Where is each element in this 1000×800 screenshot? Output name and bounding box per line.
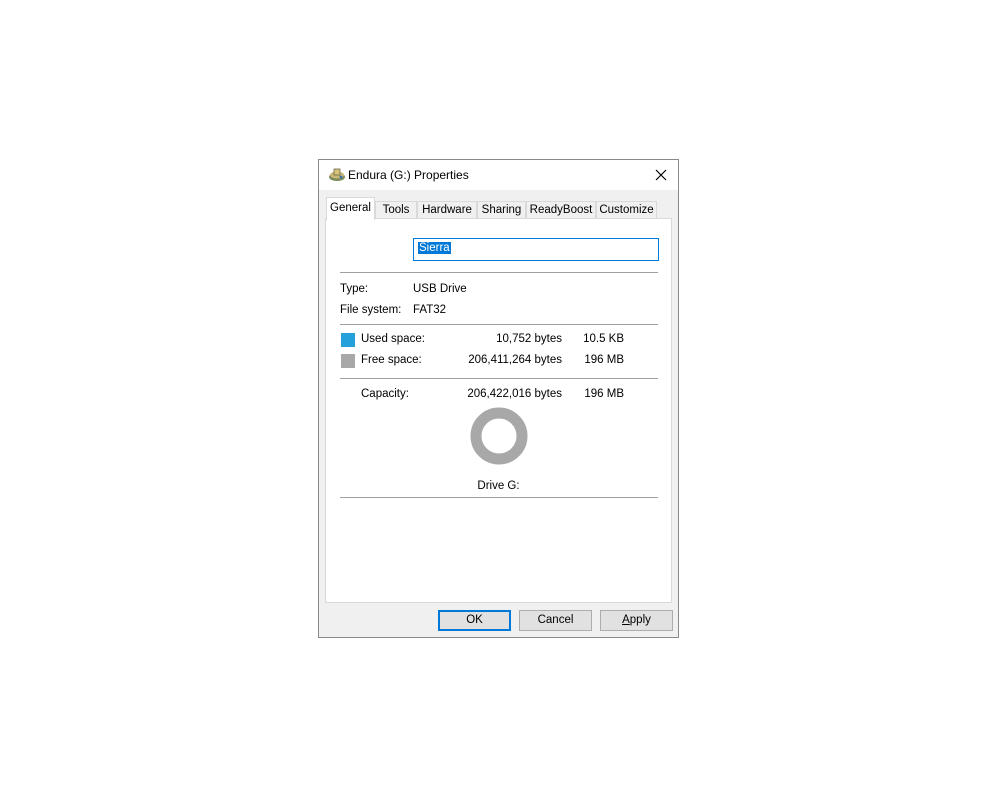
close-icon [655,169,667,181]
capacity-label: Capacity: [361,388,409,400]
separator [340,324,658,325]
disk-usage-donut [470,407,528,465]
used-space-swatch [341,333,355,347]
apply-accelerator: A [622,614,630,626]
title-bar: Endura (G:) Properties [319,160,678,190]
tab-general[interactable]: General [326,197,375,220]
used-space-size: 10.5 KB [583,333,624,345]
drive-icon [328,167,346,183]
type-label: Type: [340,283,369,295]
ok-button[interactable]: OK [438,610,511,631]
file-system-label: File system: [340,304,402,316]
tab-readyboost[interactable]: ReadyBoost [526,201,596,219]
tab-sharing[interactable]: Sharing [477,201,526,219]
free-space-swatch [341,354,355,368]
cancel-button[interactable]: Cancel [519,610,592,631]
separator [340,497,658,498]
capacity-size: 196 MB [584,388,624,400]
apply-button[interactable]: Apply [600,610,673,631]
free-space-ring [470,407,528,465]
tab-customize[interactable]: Customize [596,201,657,219]
window-title: Endura (G:) Properties [348,168,469,182]
apply-label-rest: pply [629,614,651,626]
general-panel: Sierra Type: USB Drive File system: FAT3… [325,218,672,603]
drive-name-value: Sierra [418,242,451,254]
type-value: USB Drive [413,283,467,295]
free-space-label: Free space: [361,354,422,366]
tab-hardware[interactable]: Hardware [417,201,477,219]
separator [340,272,658,273]
separator [340,378,658,379]
properties-dialog: Endura (G:) Properties General Tools Har… [318,159,679,638]
used-space-label: Used space: [361,333,425,345]
file-system-value: FAT32 [413,304,447,316]
used-space-bytes: 10,752 bytes [496,333,562,345]
drive-label: Drive G: [477,480,520,492]
free-space-size: 196 MB [584,354,624,366]
capacity-bytes: 206,422,016 bytes [467,388,562,400]
drive-name-input[interactable]: Sierra [413,238,659,261]
tab-tools[interactable]: Tools [375,201,417,219]
close-button[interactable] [644,160,678,190]
free-space-bytes: 206,411,264 bytes [468,354,562,366]
